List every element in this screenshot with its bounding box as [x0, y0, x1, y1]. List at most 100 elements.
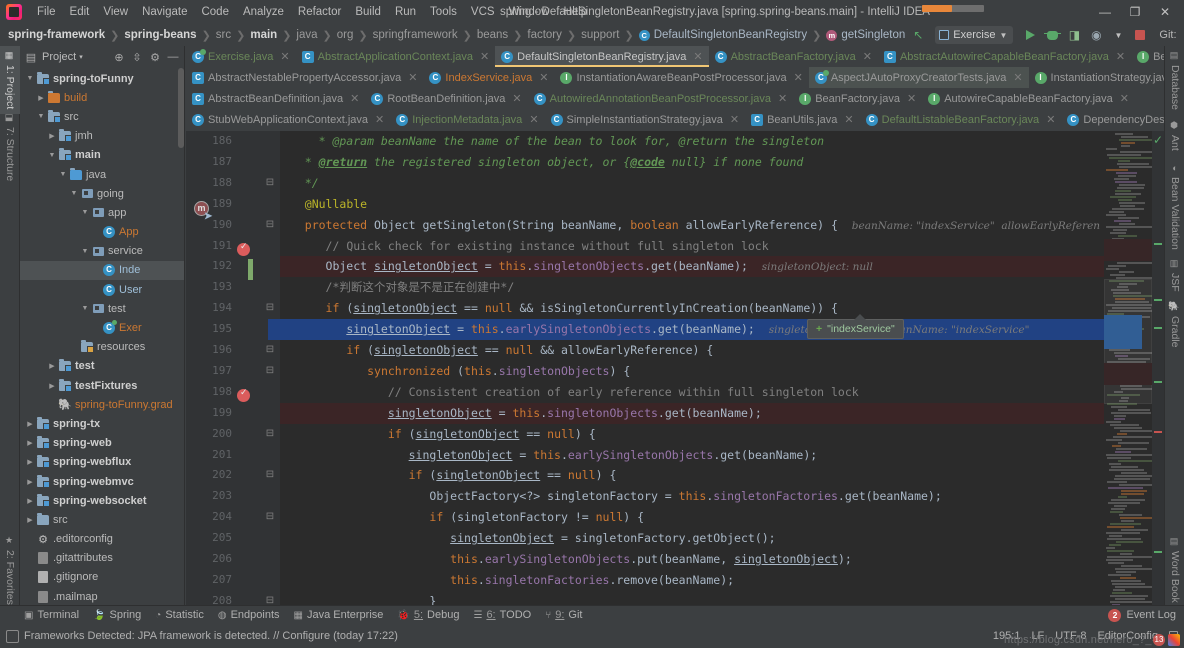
tree-twisty-icon[interactable]: ▶	[46, 132, 58, 140]
editor-tab[interactable]: C AspectJAutoProxyCreatorTests.java ✕	[808, 67, 1029, 88]
close-icon[interactable]: ✕	[844, 113, 853, 126]
code-fold-icon[interactable]: ⊟	[264, 465, 276, 486]
code-minimap[interactable]	[1104, 131, 1152, 614]
sidebar-item-favorites[interactable]: ★ 2: Favorites	[0, 531, 20, 610]
tree-twisty-icon[interactable]: ▶	[46, 362, 58, 370]
tree-twisty-icon[interactable]: ▼	[57, 171, 69, 178]
close-icon[interactable]: ✕	[907, 92, 916, 105]
code-line[interactable]: this.earlySingletonObjects.put(beanName,…	[280, 549, 1104, 570]
menu-code[interactable]: Code	[194, 3, 236, 21]
close-icon[interactable]: ✕	[350, 92, 359, 105]
menu-build[interactable]: Build	[348, 3, 388, 21]
stop-icon[interactable]	[1130, 25, 1150, 45]
tree-node[interactable]: C User	[20, 280, 184, 299]
sidebar-item-bean-validation[interactable]: ◐ Bean Validation	[1165, 158, 1184, 255]
tool-window-java-enterprise[interactable]: ▦ Java Enterprise	[294, 609, 384, 621]
close-icon[interactable]: ✕	[375, 113, 384, 126]
error-stripe-mark[interactable]	[1154, 243, 1162, 245]
maximize-button[interactable]: ❐	[1120, 0, 1150, 24]
editor-tab[interactable]: IInstantiationStrategy.java✕	[1029, 67, 1164, 88]
error-stripe-mark[interactable]	[1154, 431, 1162, 433]
sidebar-item-ant[interactable]: ⬢ Ant	[1165, 116, 1184, 156]
code-line[interactable]: if (singletonFactory != null) {	[280, 507, 1104, 528]
code-fold-icon[interactable]: ⊟	[264, 507, 276, 528]
menu-edit[interactable]: Edit	[63, 3, 97, 21]
code-line[interactable]: protected Object getSingleton(String bea…	[280, 215, 1104, 236]
code-line[interactable]: singletonObject = this.earlySingletonObj…	[280, 319, 1104, 340]
settings-icon[interactable]: ⚙	[147, 49, 163, 65]
menu-analyze[interactable]: Analyze	[236, 3, 291, 21]
code-fold-icon[interactable]: ⊟	[264, 424, 276, 445]
tool-window-statistic[interactable]: ◔ Statistic	[155, 609, 204, 621]
close-icon[interactable]: ✕	[1120, 92, 1129, 105]
code-line[interactable]: @Nullable	[280, 194, 1104, 215]
code-line[interactable]: if (singletonObject == null) {	[280, 465, 1104, 486]
menu-tools[interactable]: Tools	[423, 3, 464, 21]
code-line[interactable]: */	[280, 173, 1104, 194]
tree-node[interactable]: ▶ spring-websocket	[20, 491, 184, 510]
code-line[interactable]: synchronized (this.singletonObjects) {	[280, 361, 1104, 382]
editor-config-status[interactable]: EditorConfig	[1097, 630, 1158, 642]
menu-view[interactable]: View	[96, 3, 135, 21]
tree-twisty-icon[interactable]: ▼	[79, 248, 91, 255]
line-separator[interactable]: LF	[1031, 630, 1044, 642]
tool-window-spring[interactable]: 🍃 Spring	[93, 609, 141, 621]
editor-tab[interactable]: I InstantiationAwareBeanPostProcessor.jav…	[554, 67, 808, 88]
editor-tab[interactable]: C IndexService.java ✕	[423, 67, 554, 88]
collapse-all-icon[interactable]: ⇳	[129, 49, 145, 65]
tool-window-git[interactable]: ⑂ 9: Git	[545, 609, 582, 621]
tree-twisty-icon[interactable]: ▶	[24, 478, 36, 486]
locate-icon[interactable]: ⊕	[111, 49, 127, 65]
error-stripe-mark[interactable]	[1154, 299, 1162, 301]
chevron-down-icon[interactable]: ▼	[1108, 25, 1128, 45]
editor-tab[interactable]: C AbstractAutowireCapableBeanFactory.java…	[878, 46, 1131, 67]
code-fold-icon[interactable]: ⊟	[264, 173, 276, 194]
code-line[interactable]: if (singletonObject == null) {	[280, 424, 1104, 445]
code-line[interactable]: if (singletonObject == null && isSinglet…	[280, 298, 1104, 319]
tree-node[interactable]: .gitattributes	[20, 549, 184, 568]
back-arrow-icon[interactable]: ↖	[908, 25, 928, 45]
code-line[interactable]: if (singletonObject == null && allowEarl…	[280, 340, 1104, 361]
run-with-coverage-icon[interactable]: ◨	[1064, 25, 1084, 45]
tree-twisty-icon[interactable]: ▼	[46, 152, 58, 159]
breadcrumb-class[interactable]: C DefaultSingletonBeanRegistry	[637, 29, 809, 41]
tree-node[interactable]: ▼ test	[20, 299, 184, 318]
close-icon[interactable]: ✕	[529, 113, 538, 126]
code-line[interactable]: Object singletonObject = this.singletonO…	[280, 256, 1104, 278]
hide-icon[interactable]: —	[165, 49, 181, 65]
tree-node[interactable]: ▶ spring-web	[20, 434, 184, 453]
tree-node[interactable]: ▼ going	[20, 184, 184, 203]
tree-node[interactable]: .gitignore	[20, 568, 184, 587]
editor-tab[interactable]: C InjectionMetadata.java ✕	[390, 109, 544, 130]
event-log-button[interactable]: 2 Event Log	[1108, 608, 1184, 622]
project-panel-title[interactable]: ▤ Project ▾	[23, 49, 83, 65]
editor-tab[interactable]: I AutowireCapableBeanFactory.java ✕	[922, 88, 1135, 109]
tree-node[interactable]: ▼ src	[20, 107, 184, 126]
code-line[interactable]: // Consistent creation of early referenc…	[280, 382, 1104, 403]
caret-position[interactable]: 195:1	[993, 630, 1021, 642]
tree-node[interactable]: ▼ service	[20, 242, 184, 261]
minimize-button[interactable]: —	[1090, 0, 1120, 24]
tree-node[interactable]: ⚙ .editorconfig	[20, 530, 184, 549]
tree-twisty-icon[interactable]: ▶	[24, 439, 36, 447]
editor-tab[interactable]: C Exercise.java ✕	[186, 46, 296, 67]
code-line[interactable]: this.singletonFactories.remove(beanName)…	[280, 570, 1104, 591]
menu-run[interactable]: Run	[388, 3, 423, 21]
tool-window-terminal[interactable]: ▣ Terminal	[24, 609, 79, 621]
tree-node[interactable]: resources	[20, 338, 184, 357]
close-icon[interactable]: ✕	[280, 50, 289, 63]
close-icon[interactable]: ✕	[693, 50, 702, 63]
sidebar-item-gradle[interactable]: 🐘 Gradle	[1165, 296, 1184, 353]
editor-tab[interactable]: C BeanUtils.java ✕	[745, 109, 860, 130]
breadcrumb-spring-framework[interactable]: spring-framework	[6, 29, 107, 41]
sidebar-item-jsf[interactable]: ▥ JSF	[1165, 254, 1184, 297]
tree-twisty-icon[interactable]: ▶	[24, 458, 36, 466]
tree-node[interactable]: ▶ test	[20, 357, 184, 376]
editor-tab[interactable]: CDependencyDescriptor.java✕	[1061, 109, 1164, 130]
error-stripe-mark[interactable]	[1154, 327, 1162, 329]
breadcrumb-main[interactable]: main	[248, 29, 279, 41]
error-stripe[interactable]	[1152, 131, 1164, 614]
menu-navigate[interactable]: Navigate	[135, 3, 194, 21]
close-icon[interactable]: ✕	[1013, 71, 1022, 84]
close-icon[interactable]: ✕	[512, 92, 521, 105]
